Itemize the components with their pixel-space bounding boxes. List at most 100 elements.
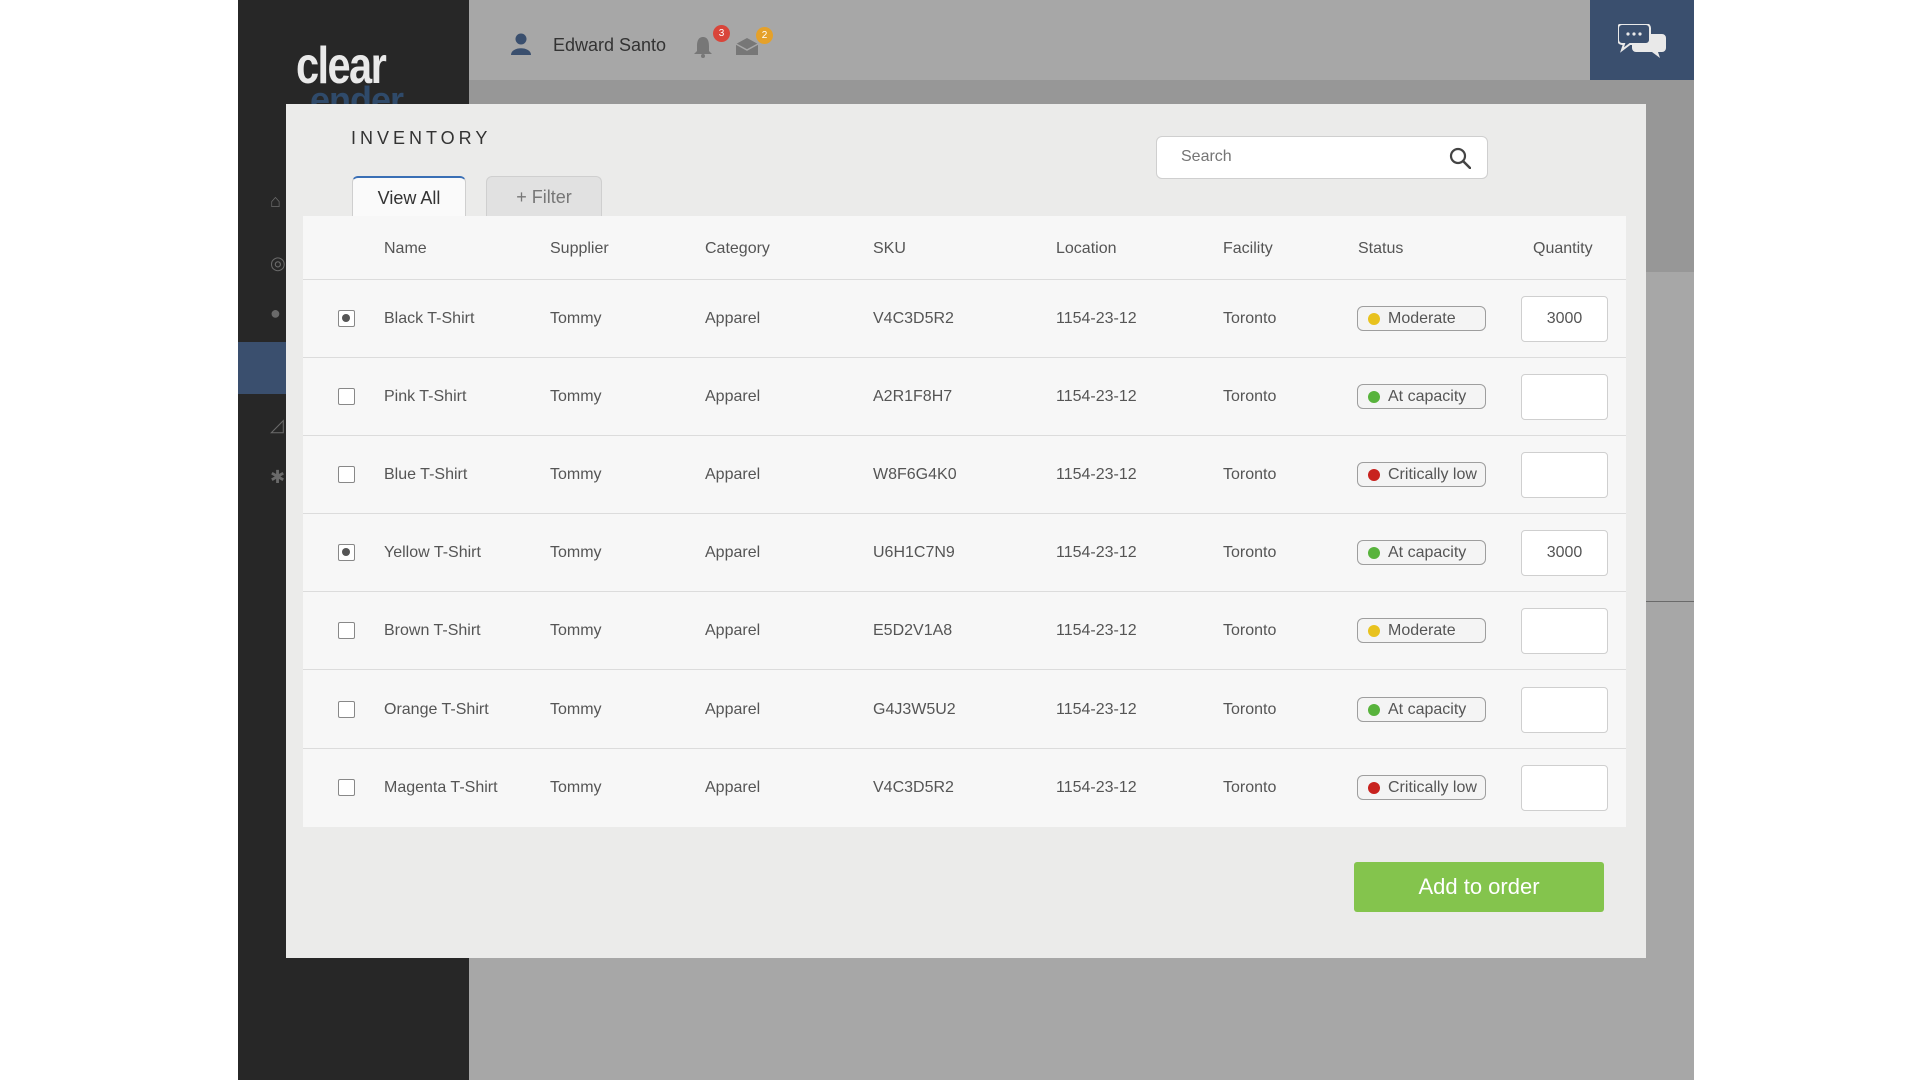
status-badge: At capacity bbox=[1357, 697, 1486, 722]
item-facility: Toronto bbox=[1223, 701, 1277, 718]
item-facility: Toronto bbox=[1223, 388, 1277, 405]
item-name: Black T-Shirt bbox=[384, 310, 475, 327]
status-badge: Critically low bbox=[1357, 462, 1486, 487]
row-checkbox[interactable] bbox=[338, 388, 355, 405]
row-checkbox[interactable] bbox=[338, 310, 355, 327]
inventory-table: Name Supplier Category SKU Location Faci… bbox=[303, 216, 1626, 827]
item-name: Pink T-Shirt bbox=[384, 388, 467, 405]
quantity-input[interactable] bbox=[1521, 530, 1608, 576]
modal-title: INVENTORY bbox=[351, 128, 492, 148]
item-location: 1154-23-12 bbox=[1056, 388, 1137, 405]
status-label: Critically low bbox=[1388, 466, 1477, 483]
item-category: Apparel bbox=[705, 544, 761, 561]
item-category: Apparel bbox=[705, 779, 761, 796]
search-icon[interactable] bbox=[1449, 147, 1471, 169]
item-supplier: Tommy bbox=[550, 388, 602, 405]
column-header-name[interactable]: Name bbox=[384, 240, 427, 258]
table-row[interactable]: Magenta T-Shirt Tommy Apparel V4C3D5R2 1… bbox=[303, 749, 1626, 827]
chat-panel-button[interactable] bbox=[1590, 0, 1694, 80]
inventory-modal: INVENTORY View All + Filter Name Supplie… bbox=[286, 104, 1646, 958]
item-location: 1154-23-12 bbox=[1056, 701, 1137, 718]
table-header: Name Supplier Category SKU Location Faci… bbox=[303, 216, 1626, 280]
bell-icon[interactable] bbox=[693, 36, 713, 58]
item-supplier: Tommy bbox=[550, 466, 602, 483]
search-input[interactable] bbox=[1181, 148, 1441, 166]
item-name: Yellow T-Shirt bbox=[384, 544, 481, 561]
message-badge: 2 bbox=[756, 27, 773, 44]
status-badge: At capacity bbox=[1357, 384, 1486, 409]
row-checkbox[interactable] bbox=[338, 544, 355, 561]
quantity-input[interactable] bbox=[1521, 374, 1608, 420]
item-category: Apparel bbox=[705, 310, 761, 327]
column-header-category[interactable]: Category bbox=[705, 240, 770, 258]
quantity-input[interactable] bbox=[1521, 608, 1608, 654]
item-supplier: Tommy bbox=[550, 544, 602, 561]
tab-filter[interactable]: + Filter bbox=[486, 176, 602, 216]
item-name: Blue T-Shirt bbox=[384, 466, 468, 483]
topbar: Edward Santo 3 2 bbox=[469, 0, 1694, 80]
item-location: 1154-23-12 bbox=[1056, 779, 1137, 796]
table-row[interactable]: Black T-Shirt Tommy Apparel V4C3D5R2 115… bbox=[303, 280, 1626, 358]
column-header-location[interactable]: Location bbox=[1056, 240, 1117, 258]
quantity-input[interactable] bbox=[1521, 765, 1608, 811]
mail-icon[interactable] bbox=[735, 38, 759, 56]
column-header-status[interactable]: Status bbox=[1358, 240, 1403, 258]
item-sku: U6H1C7N9 bbox=[873, 544, 955, 561]
row-checkbox[interactable] bbox=[338, 779, 355, 796]
column-header-sku[interactable]: SKU bbox=[873, 240, 906, 258]
item-facility: Toronto bbox=[1223, 622, 1277, 639]
status-label: Moderate bbox=[1388, 310, 1456, 327]
quantity-input[interactable] bbox=[1521, 296, 1608, 342]
table-row[interactable]: Brown T-Shirt Tommy Apparel E5D2V1A8 115… bbox=[303, 592, 1626, 670]
item-sku: G4J3W5U2 bbox=[873, 701, 956, 718]
item-facility: Toronto bbox=[1223, 779, 1277, 796]
status-dot-icon bbox=[1368, 391, 1380, 403]
user-icon[interactable] bbox=[511, 33, 531, 55]
item-sku: W8F6G4K0 bbox=[873, 466, 957, 483]
quantity-input[interactable] bbox=[1521, 687, 1608, 733]
item-supplier: Tommy bbox=[550, 779, 602, 796]
item-location: 1154-23-12 bbox=[1056, 310, 1137, 327]
chat-icon bbox=[1618, 24, 1666, 58]
status-badge: Critically low bbox=[1357, 775, 1486, 800]
sidebar-item-active[interactable] bbox=[238, 342, 288, 394]
item-supplier: Tommy bbox=[550, 701, 602, 718]
table-row[interactable]: Pink T-Shirt Tommy Apparel A2R1F8H7 1154… bbox=[303, 358, 1626, 436]
item-supplier: Tommy bbox=[550, 622, 602, 639]
status-dot-icon bbox=[1368, 704, 1380, 716]
row-checkbox[interactable] bbox=[338, 466, 355, 483]
status-dot-icon bbox=[1368, 469, 1380, 481]
status-label: At capacity bbox=[1388, 544, 1467, 561]
column-header-supplier[interactable]: Supplier bbox=[550, 240, 609, 258]
item-location: 1154-23-12 bbox=[1056, 622, 1137, 639]
table-row[interactable]: Blue T-Shirt Tommy Apparel W8F6G4K0 1154… bbox=[303, 436, 1626, 514]
item-category: Apparel bbox=[705, 622, 761, 639]
item-sku: A2R1F8H7 bbox=[873, 388, 953, 405]
add-to-order-button[interactable]: Add to order bbox=[1354, 862, 1604, 912]
row-checkbox[interactable] bbox=[338, 622, 355, 639]
status-dot-icon bbox=[1368, 547, 1380, 559]
search-box[interactable] bbox=[1156, 136, 1488, 179]
table-row[interactable]: Yellow T-Shirt Tommy Apparel U6H1C7N9 11… bbox=[303, 514, 1626, 592]
item-category: Apparel bbox=[705, 466, 761, 483]
column-header-quantity[interactable]: Quantity bbox=[1533, 240, 1593, 258]
item-name: Magenta T-Shirt bbox=[384, 779, 498, 796]
status-badge: At capacity bbox=[1357, 540, 1486, 565]
row-checkbox[interactable] bbox=[338, 701, 355, 718]
user-name[interactable]: Edward Santo bbox=[553, 35, 666, 56]
item-category: Apparel bbox=[705, 388, 761, 405]
notification-badge: 3 bbox=[713, 25, 730, 42]
item-category: Apparel bbox=[705, 701, 761, 718]
item-facility: Toronto bbox=[1223, 466, 1277, 483]
column-header-facility[interactable]: Facility bbox=[1223, 240, 1273, 258]
status-label: Moderate bbox=[1388, 622, 1456, 639]
item-name: Brown T-Shirt bbox=[384, 622, 481, 639]
status-label: At capacity bbox=[1388, 388, 1467, 405]
item-sku: E5D2V1A8 bbox=[873, 622, 953, 639]
table-row[interactable]: Orange T-Shirt Tommy Apparel G4J3W5U2 11… bbox=[303, 671, 1626, 749]
quantity-input[interactable] bbox=[1521, 452, 1608, 498]
tab-view-all[interactable]: View All bbox=[352, 176, 466, 216]
status-label: Critically low bbox=[1388, 779, 1477, 796]
item-name: Orange T-Shirt bbox=[384, 701, 489, 718]
status-dot-icon bbox=[1368, 313, 1380, 325]
